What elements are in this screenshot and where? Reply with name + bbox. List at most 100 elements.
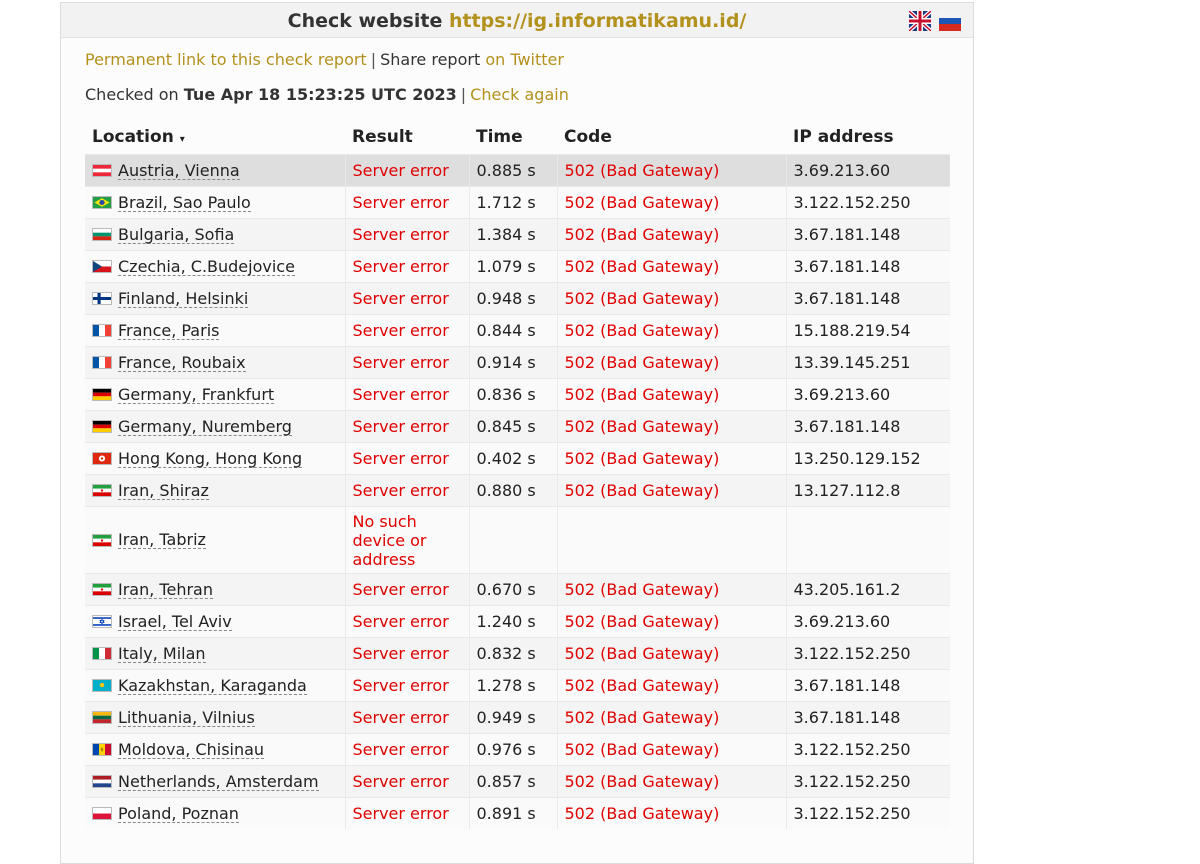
time-cell: 0.857 s [469, 765, 558, 798]
result-cell: Server error [345, 765, 470, 798]
result-cell: No such device or address [345, 506, 470, 574]
iran-flag-icon [92, 484, 112, 497]
ip-cell: 3.67.181.148 [786, 282, 950, 315]
russia-flag-icon[interactable] [939, 11, 961, 31]
location-link[interactable]: Finland, Helsinki [118, 290, 249, 308]
code-cell: 502 (Bad Gateway) [557, 474, 787, 507]
uk-flag-icon[interactable] [909, 11, 931, 31]
code-cell: 502 (Bad Gateway) [557, 186, 787, 219]
france-flag-icon [92, 324, 112, 337]
time-cell: 0.880 s [469, 474, 558, 507]
location-link[interactable]: Poland, Poznan [118, 805, 239, 823]
hong-kong-flag-icon [92, 452, 112, 465]
austria-flag-icon [92, 164, 112, 177]
location-link[interactable]: Iran, Shiraz [118, 482, 209, 500]
code-cell: 502 (Bad Gateway) [557, 797, 787, 829]
checked-on-label: Checked on [85, 85, 179, 104]
result-cell: Server error [345, 733, 470, 766]
results-table: Location ▾ Result Time Code IP address Au… [85, 120, 950, 829]
location-link[interactable]: Germany, Frankfurt [118, 386, 275, 404]
location-link[interactable]: Bulgaria, Sofia [118, 226, 235, 244]
result-cell: Server error [345, 474, 470, 507]
location-cell: Lithuania, Vilnius [85, 701, 346, 734]
time-cell: 0.949 s [469, 701, 558, 734]
location-cell: France, Roubaix [85, 346, 346, 379]
location-link[interactable]: France, Paris [118, 322, 220, 340]
check-again-link[interactable]: Check again [470, 85, 569, 104]
table-row: France, Roubaix Server error 0.914 s 502 (B… [85, 346, 950, 379]
location-link[interactable]: Austria, Vienna [118, 162, 240, 180]
ip-cell: 3.67.181.148 [786, 669, 950, 702]
result-cell: Server error [345, 410, 470, 443]
table-row: Moldova, Chisinau Server error 0.976 s 502 … [85, 733, 950, 766]
result-cell: Server error [345, 218, 470, 251]
table-row: Iran, Shiraz Server error 0.880 s 502 (Bad … [85, 474, 950, 507]
table-row: Italy, Milan Server error 0.832 s 502 (Bad … [85, 637, 950, 670]
result-cell: Server error [345, 605, 470, 638]
location-cell: Iran, Shiraz [85, 474, 346, 507]
location-link[interactable]: Iran, Tabriz [118, 531, 206, 549]
location-link[interactable]: Kazakhstan, Karaganda [118, 677, 307, 695]
table-row: France, Paris Server error 0.844 s 502 (Bad… [85, 314, 950, 347]
location-link[interactable]: Moldova, Chisinau [118, 741, 265, 759]
table-row: Austria, Vienna Server error 0.885 s 502 (B… [85, 154, 950, 187]
time-cell: 0.976 s [469, 733, 558, 766]
checked-url[interactable]: https://ig.informatikamu.id/ [449, 10, 746, 32]
location-cell: Iran, Tehran [85, 573, 346, 606]
ip-cell: 3.67.181.148 [786, 701, 950, 734]
location-link[interactable]: Netherlands, Amsterdam [118, 773, 319, 791]
ip-cell: 3.67.181.148 [786, 250, 950, 283]
location-link[interactable]: Israel, Tel Aviv [118, 613, 232, 631]
kazakhstan-flag-icon [92, 679, 112, 692]
table-row: Bulgaria, Sofia Server error 1.384 s 502 (B… [85, 218, 950, 251]
location-link[interactable]: Iran, Tehran [118, 581, 213, 599]
location-cell: Germany, Frankfurt [85, 378, 346, 411]
time-cell: 0.891 s [469, 797, 558, 829]
result-cell: Server error [345, 637, 470, 670]
israel-flag-icon [92, 615, 112, 628]
ip-cell: 3.67.181.148 [786, 410, 950, 443]
location-link[interactable]: Italy, Milan [118, 645, 206, 663]
table-row: Finland, Helsinki Server error 0.948 s 502 … [85, 282, 950, 315]
location-cell: Netherlands, Amsterdam [85, 765, 346, 798]
ip-cell: 3.69.213.60 [786, 605, 950, 638]
check-report-card: Check website https://ig.informatikamu.i… [60, 2, 974, 864]
sort-arrow-icon: ▾ [179, 134, 185, 145]
code-cell: 502 (Bad Gateway) [557, 218, 787, 251]
time-cell: 0.845 s [469, 410, 558, 443]
time-cell: 1.079 s [469, 250, 558, 283]
location-link[interactable]: Lithuania, Vilnius [118, 709, 255, 727]
code-cell: 502 (Bad Gateway) [557, 314, 787, 347]
location-cell: Bulgaria, Sofia [85, 218, 346, 251]
location-link[interactable]: Germany, Nuremberg [118, 418, 292, 436]
location-link[interactable]: Czechia, C.Budejovice [118, 258, 295, 276]
location-cell: Austria, Vienna [85, 154, 346, 187]
result-cell: Server error [345, 573, 470, 606]
france-flag-icon [92, 356, 112, 369]
title-prefix: Check website [287, 10, 443, 32]
ip-cell: 3.122.152.250 [786, 765, 950, 798]
location-link[interactable]: Hong Kong, Hong Kong [118, 450, 303, 468]
germany-flag-icon [92, 420, 112, 433]
result-cell: Server error [345, 186, 470, 219]
code-cell: 502 (Bad Gateway) [557, 701, 787, 734]
separator: | [460, 85, 467, 104]
ip-cell: 3.122.152.250 [786, 186, 950, 219]
location-link[interactable]: France, Roubaix [118, 354, 246, 372]
location-header[interactable]: Location ▾ [85, 120, 345, 155]
result-cell: Server error [345, 346, 470, 379]
location-link[interactable]: Brazil, Sao Paulo [118, 194, 251, 212]
code-cell: 502 (Bad Gateway) [557, 637, 787, 670]
twitter-share-link[interactable]: on Twitter [485, 50, 564, 69]
ip-cell: 15.188.219.54 [786, 314, 950, 347]
table-row: Germany, Frankfurt Server error 0.836 s 502… [85, 378, 950, 411]
table-row: Iran, Tehran Server error 0.670 s 502 (Bad … [85, 573, 950, 606]
permanent-link[interactable]: Permanent link to this check report [85, 50, 367, 69]
code-cell: 502 (Bad Gateway) [557, 378, 787, 411]
result-cell: Server error [345, 314, 470, 347]
ip-cell: 3.69.213.60 [786, 378, 950, 411]
share-report-label: Share report [380, 50, 481, 69]
code-cell: 502 (Bad Gateway) [557, 573, 787, 606]
report-header: Check website https://ig.informatikamu.i… [61, 3, 973, 38]
code-cell [557, 506, 787, 574]
